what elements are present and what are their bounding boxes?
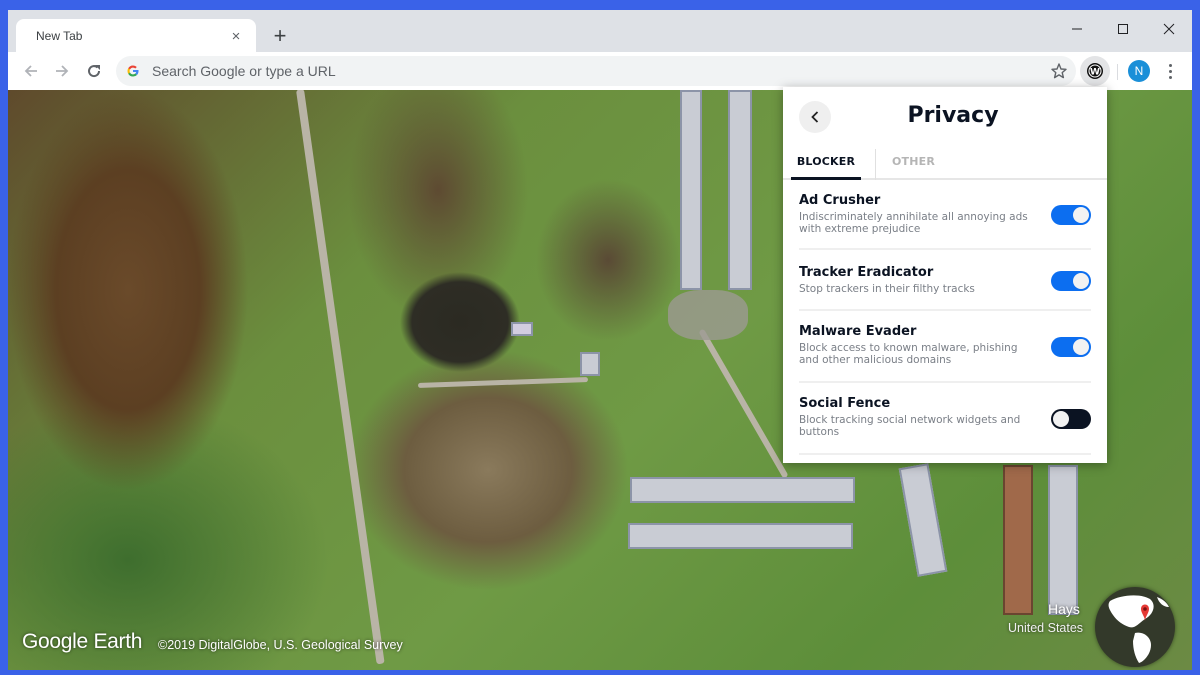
toggle-knob (1073, 207, 1089, 223)
map-barn (1003, 465, 1033, 615)
arrow-left-icon (24, 65, 37, 77)
privacy-extension-button[interactable]: W (1080, 56, 1110, 86)
maximize-button[interactable] (1100, 15, 1146, 43)
map-barn (630, 477, 855, 503)
google-earth-logo: Google Earth (22, 630, 143, 653)
map-road (698, 328, 789, 479)
menu-dot-icon (1168, 69, 1172, 73)
tab-new-tab[interactable]: New Tab × (16, 19, 256, 53)
popup-title: Privacy (907, 103, 999, 128)
toggle-knob (1073, 339, 1089, 355)
menu-dot-icon (1168, 75, 1172, 79)
toggle-knob (1053, 411, 1069, 427)
map-barn (898, 463, 948, 577)
tab-blocker[interactable]: BLOCKER (791, 149, 861, 180)
menu-dot-icon (1168, 63, 1172, 67)
minimize-button[interactable] (1054, 15, 1100, 43)
close-icon (1163, 23, 1175, 35)
social-fence-toggle[interactable] (1051, 409, 1091, 429)
item-description: Indiscriminately annihilate all annoying… (799, 211, 1028, 235)
tab-close-icon[interactable]: × (228, 28, 244, 45)
tab-title: New Tab (36, 29, 83, 43)
map-gravel-lot (668, 290, 748, 340)
toolbar-separator (1117, 64, 1118, 80)
close-window-button[interactable] (1146, 15, 1192, 43)
map-barn (1048, 465, 1078, 615)
item-title: Ad Crusher (799, 193, 881, 208)
map-barn (680, 90, 702, 290)
item-title: Malware Evader (799, 324, 917, 339)
arrow-right-icon (56, 65, 69, 77)
malware-evader-toggle[interactable] (1051, 337, 1091, 357)
minimize-icon (1072, 28, 1082, 30)
map-road (296, 90, 385, 665)
blocker-item-social-fence: Social Fence Block tracking social netwo… (799, 383, 1091, 455)
globe-button[interactable] (1095, 587, 1175, 667)
map-road (417, 377, 589, 388)
map-shed (511, 322, 533, 336)
extension-letter: W (1090, 68, 1100, 78)
location-country: United States (1008, 621, 1084, 635)
extension-w-icon: W (1087, 63, 1103, 79)
item-description: Stop trackers in their filthy tracks (799, 283, 975, 295)
toggle-knob (1073, 273, 1089, 289)
maximize-icon (1118, 24, 1128, 34)
map-barn (628, 523, 853, 549)
omnibox[interactable] (116, 56, 1076, 86)
tab-other[interactable]: OTHER (875, 149, 951, 180)
item-title: Social Fence (799, 396, 891, 411)
browser-menu-button[interactable] (1160, 60, 1180, 82)
reload-icon (88, 65, 101, 78)
profile-avatar[interactable]: N (1128, 60, 1150, 82)
back-nav-button[interactable] (18, 58, 44, 84)
blocker-list: Ad Crusher Indiscriminately annihilate a… (783, 180, 1107, 455)
tab-strip: New Tab × + (8, 10, 1192, 53)
map-attribution: ©2019 DigitalGlobe, U.S. Geological Surv… (158, 638, 403, 652)
blocker-item-tracker-eradicator: Tracker Eradicator Stop trackers in thei… (799, 250, 1091, 311)
url-input[interactable] (152, 63, 1076, 79)
privacy-popup: Privacy BLOCKER OTHER Ad Crusher Indiscr… (783, 87, 1107, 463)
reload-button[interactable] (81, 58, 107, 84)
toolbar: W N (8, 52, 1192, 90)
map-barn (728, 90, 752, 290)
ad-crusher-toggle[interactable] (1051, 205, 1091, 225)
bookmark-star-icon[interactable] (1050, 62, 1068, 80)
forward-nav-button[interactable] (49, 58, 75, 84)
google-g-icon (127, 65, 139, 77)
map-shed (580, 352, 600, 376)
new-tab-button[interactable]: + (268, 24, 292, 48)
globe-icon (1108, 595, 1169, 663)
blocker-item-ad-crusher: Ad Crusher Indiscriminately annihilate a… (799, 180, 1091, 250)
item-description: Block access to known malware, phishing … (799, 342, 1018, 366)
tracker-eradicator-toggle[interactable] (1051, 271, 1091, 291)
popup-tabs: BLOCKER OTHER (783, 143, 1107, 180)
item-title: Tracker Eradicator (799, 265, 934, 280)
blocker-item-malware-evader: Malware Evader Block access to known mal… (799, 311, 1091, 383)
item-description: Block tracking social network widgets an… (799, 414, 1021, 438)
location-name: Hays (1048, 601, 1080, 617)
